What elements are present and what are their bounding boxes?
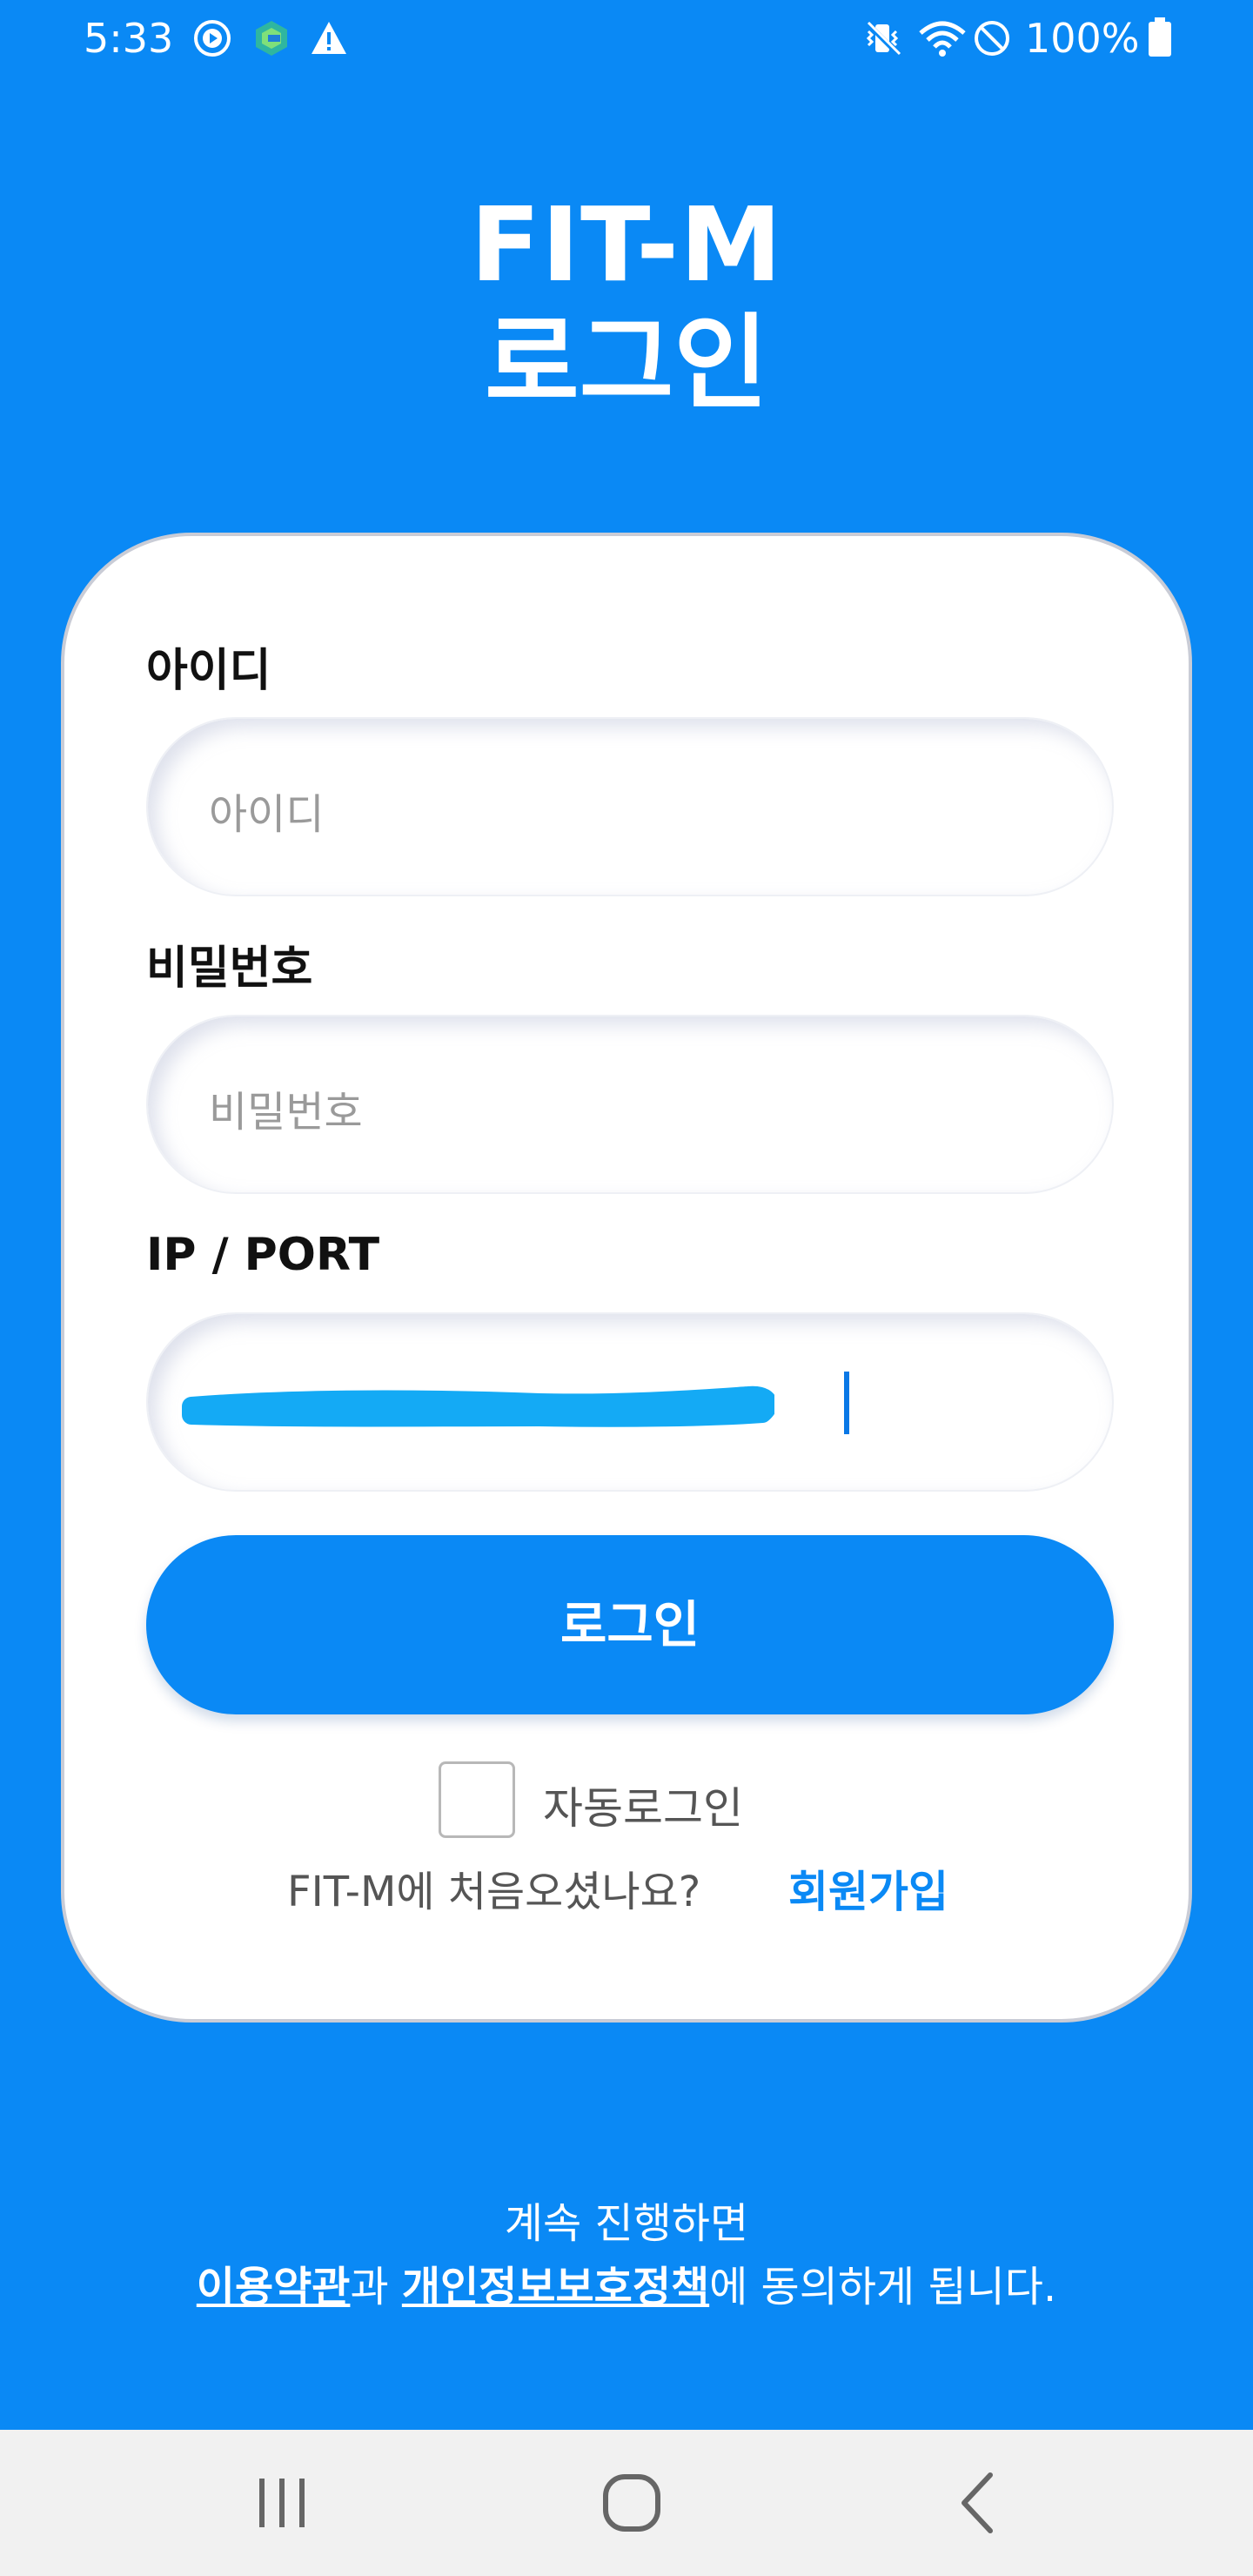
login-title: 로그인 xyxy=(485,303,768,423)
terms-notice-line1: 계속 진행하면 xyxy=(504,2199,749,2248)
auto-login-label[interactable]: 자동로그인 xyxy=(543,1774,743,1836)
password-placeholder: 비밀번호 xyxy=(209,1088,363,1137)
terms-notice-line2: 이용약관과 개인정보보호정책에 동의하게 됩니다. xyxy=(0,2254,1253,2320)
recent-apps-icon[interactable] xyxy=(238,2459,325,2546)
warning-icon xyxy=(312,22,346,54)
dnd-icon xyxy=(975,21,1009,56)
redaction-scribble xyxy=(182,1385,774,1427)
login-button[interactable]: 로그인 xyxy=(146,1535,1114,1714)
signup-link[interactable]: 회원가입 xyxy=(788,1857,948,1920)
id-label: 아이디 xyxy=(146,645,271,697)
terms-suffix: 에 동의하게 됩니다. xyxy=(709,2263,1057,2311)
terms-conjunction: 과 xyxy=(350,2263,402,2311)
password-label: 비밀번호 xyxy=(146,943,313,995)
home-icon[interactable] xyxy=(588,2459,675,2546)
brand-title: FIT-M xyxy=(470,184,783,305)
app-icon xyxy=(256,21,287,56)
ip-port-input[interactable] xyxy=(146,1312,1114,1492)
privacy-policy-link[interactable]: 개인정보보호정책 xyxy=(402,2263,709,2311)
battery-icon xyxy=(1149,17,1171,57)
id-input[interactable]: 아이디 xyxy=(146,717,1114,896)
status-bar: 5:33 100% xyxy=(0,0,1253,77)
status-time: 5:33 xyxy=(84,15,174,62)
text-caret xyxy=(844,1372,849,1434)
back-icon[interactable] xyxy=(935,2459,1022,2546)
signup-prompt: FIT-M에 처음오셨나요? xyxy=(287,1868,701,1916)
media-icon xyxy=(194,20,231,57)
signup-row: FIT-M에 처음오셨나요? 회원가입 xyxy=(287,1857,1070,1918)
terms-link[interactable]: 이용약관 xyxy=(197,2263,351,2311)
battery-percent: 100% xyxy=(1025,15,1140,62)
login-card: 아이디 아이디 비밀번호 비밀번호 IP / PORT 로그인 자동로그인 FI… xyxy=(61,533,1192,2023)
ip-port-label: IP / PORT xyxy=(146,1229,380,1281)
wifi-icon xyxy=(919,21,966,57)
navigation-bar xyxy=(0,2430,1253,2576)
password-input[interactable]: 비밀번호 xyxy=(146,1015,1114,1194)
page-title: FIT-M 로그인 xyxy=(0,187,1253,424)
id-placeholder: 아이디 xyxy=(209,790,325,839)
auto-login-checkbox[interactable] xyxy=(439,1761,515,1838)
vibrate-icon xyxy=(864,20,901,57)
terms-notice: 계속 진행하면 이용약관과 개인정보보호정책에 동의하게 됩니다. xyxy=(0,2193,1253,2320)
